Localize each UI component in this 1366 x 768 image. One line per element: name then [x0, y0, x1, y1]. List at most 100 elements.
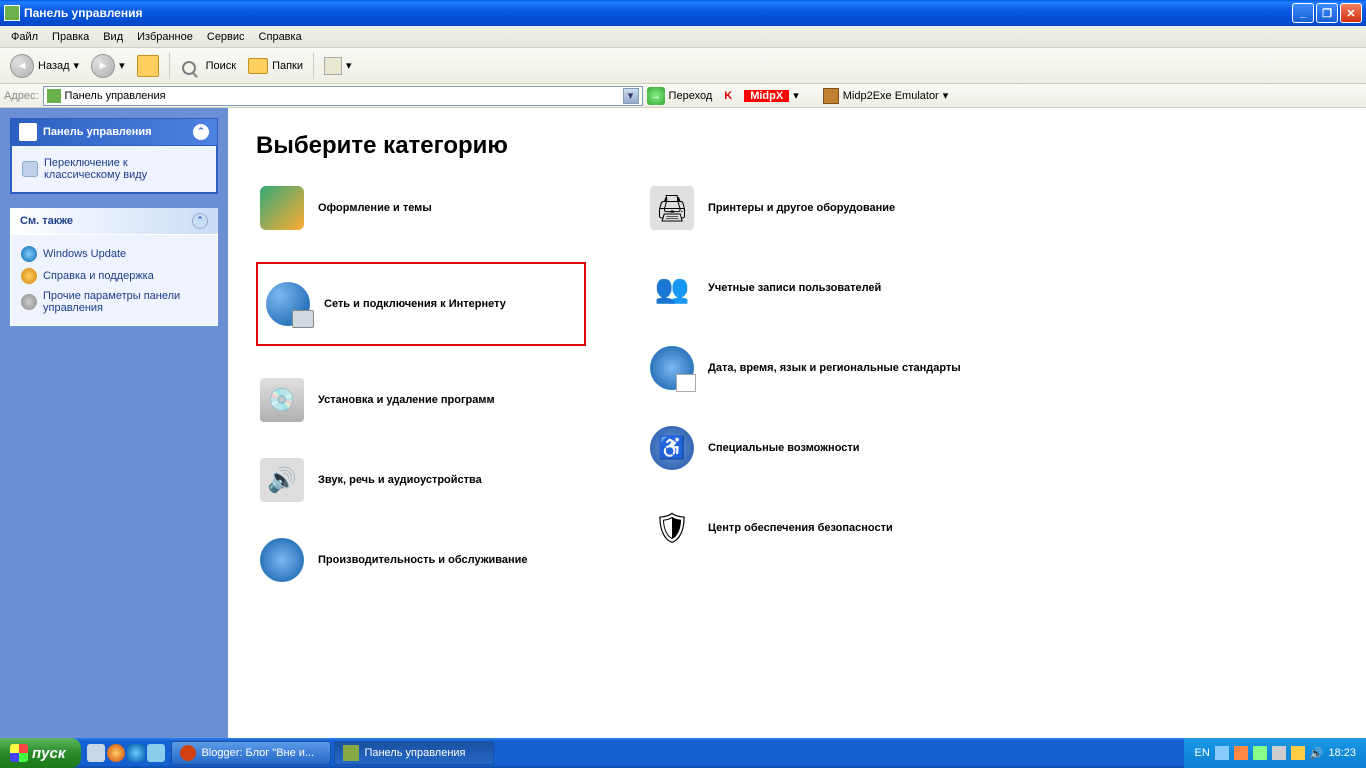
taskbar-item-control-panel[interactable]: Панель управления [334, 741, 494, 765]
switch-classic-view[interactable]: Переключение к классическому виду [22, 154, 206, 184]
back-button[interactable]: ◄ Назад ▾ [6, 52, 83, 80]
users-icon [650, 266, 694, 310]
link-help-support[interactable]: Справка и поддержка [21, 265, 207, 287]
ql-app-icon[interactable] [147, 744, 165, 762]
checkmark-icon: ✔ [19, 123, 37, 141]
sidebar-header-seealso[interactable]: См. также ⌃ [10, 208, 218, 234]
titlebar: Панель управления _ ❐ ✕ [0, 0, 1366, 26]
category-sound[interactable]: Звук, речь и аудиоустройства [256, 454, 586, 506]
back-label: Назад [38, 60, 70, 72]
address-text: Панель управления [65, 90, 623, 102]
tray-icon[interactable] [1215, 746, 1229, 760]
forward-button[interactable]: ► ▾ [87, 52, 129, 80]
back-icon: ◄ [10, 54, 34, 78]
tray-icon[interactable] [1272, 746, 1286, 760]
language-indicator[interactable]: EN [1194, 747, 1209, 759]
category-programs[interactable]: Установка и удаление программ [256, 374, 586, 426]
accessibility-icon [650, 426, 694, 470]
emulator-button[interactable]: Midp2Exe Emulator ▾ [823, 88, 949, 104]
menu-service[interactable]: Сервис [200, 28, 252, 46]
dropdown-icon: ▾ [119, 59, 125, 72]
date-icon [650, 346, 694, 390]
views-icon [324, 57, 342, 75]
menu-file[interactable]: Файл [4, 28, 45, 46]
go-button[interactable]: → Переход [647, 87, 713, 105]
category-accessibility[interactable]: Специальные возможности [646, 422, 976, 474]
views-button[interactable]: ▾ [320, 55, 356, 77]
sidebar-panel-seealso: См. также ⌃ Windows Update Справка и под… [10, 208, 218, 326]
category-users[interactable]: Учетные записи пользователей [646, 262, 976, 314]
start-button[interactable]: пуск [0, 738, 81, 768]
themes-icon [260, 186, 304, 230]
link-label: Windows Update [43, 248, 126, 260]
taskbar: пуск Blogger: Блог "Вне и... Панель упра… [0, 738, 1366, 768]
clock[interactable]: 18:23 [1328, 747, 1356, 759]
category-grid: Оформление и темы Сеть и подключения к И… [256, 182, 1338, 586]
folders-button[interactable]: Папки [244, 56, 307, 76]
category-performance[interactable]: Производительность и обслуживание [256, 534, 586, 586]
minimize-button[interactable]: _ [1292, 3, 1314, 23]
maximize-button[interactable]: ❐ [1316, 3, 1338, 23]
quick-launch [81, 744, 171, 762]
category-security[interactable]: Центр обеспечения безопасности [646, 502, 976, 554]
ql-chrome-icon[interactable] [107, 744, 125, 762]
addressbar: Адрес: Панель управления ▾ → Переход K M… [0, 84, 1366, 108]
network-icon [266, 282, 310, 326]
menu-edit[interactable]: Правка [45, 28, 96, 46]
sidebar-header-control[interactable]: ✔ Панель управления ⌃ [11, 119, 217, 145]
go-label: Переход [669, 90, 713, 102]
address-input[interactable]: Панель управления ▾ [43, 86, 643, 106]
ql-ie-icon[interactable] [127, 744, 145, 762]
collapse-icon[interactable]: ⌃ [193, 124, 209, 140]
dropdown-icon[interactable]: ▾ [793, 89, 799, 102]
dropdown-icon[interactable]: ▾ [623, 88, 639, 104]
link-windows-update[interactable]: Windows Update [21, 243, 207, 265]
close-button[interactable]: ✕ [1340, 3, 1362, 23]
category-label: Учетные записи пользователей [708, 282, 881, 294]
up-button[interactable] [133, 53, 163, 79]
tray-icon[interactable] [1291, 746, 1305, 760]
location-icon [47, 89, 61, 103]
gear-icon [21, 294, 37, 310]
category-label: Производительность и обслуживание [318, 554, 528, 566]
control-panel-icon [4, 5, 20, 21]
menu-help[interactable]: Справка [252, 28, 309, 46]
help-icon [21, 268, 37, 284]
category-label: Сеть и подключения к Интернету [324, 298, 506, 310]
emulator-label: Midp2Exe Emulator [843, 90, 939, 102]
ql-desktop-icon[interactable] [87, 744, 105, 762]
category-label: Специальные возможности [708, 442, 860, 454]
category-network[interactable]: Сеть и подключения к Интернету [256, 262, 586, 346]
system-tray: EN 🔊 18:23 [1184, 738, 1366, 768]
window-title: Панель управления [24, 6, 1292, 20]
search-label: Поиск [206, 60, 236, 72]
control-panel-icon [343, 745, 359, 761]
search-button[interactable]: Поиск [176, 57, 240, 75]
sidebar-title: Панель управления [43, 126, 152, 138]
link-other-params[interactable]: Прочие параметры панели управления [21, 287, 207, 317]
address-label: Адрес: [4, 90, 39, 102]
menu-view[interactable]: Вид [96, 28, 130, 46]
category-date[interactable]: Дата, время, язык и региональные стандар… [646, 342, 976, 394]
toolbar: ◄ Назад ▾ ► ▾ Поиск Папки ▾ [0, 48, 1366, 84]
category-themes[interactable]: Оформление и темы [256, 182, 586, 234]
folders-icon [248, 58, 268, 74]
category-label: Установка и удаление программ [318, 394, 495, 406]
category-label: Центр обеспечения безопасности [708, 522, 893, 534]
dropdown-icon: ▾ [943, 89, 949, 102]
category-printers[interactable]: Принтеры и другое оборудование [646, 182, 976, 234]
content-area: Выберите категорию Оформление и темы Сет… [228, 108, 1366, 738]
tray-icon[interactable] [1253, 746, 1267, 760]
switch-view-label: Переключение к классическому виду [44, 157, 206, 181]
windows-logo-icon [10, 744, 28, 762]
category-label: Звук, речь и аудиоустройства [318, 474, 482, 486]
volume-icon[interactable]: 🔊 [1310, 747, 1324, 760]
search-icon [182, 61, 196, 75]
midpx-button[interactable]: MidpX [744, 90, 789, 102]
menu-favorites[interactable]: Избранное [130, 28, 200, 46]
category-label: Дата, время, язык и региональные стандар… [708, 362, 961, 374]
taskbar-item-blogger[interactable]: Blogger: Блог "Вне и... [171, 741, 331, 765]
collapse-icon[interactable]: ⌃ [192, 213, 208, 229]
tray-icon[interactable] [1234, 746, 1248, 760]
category-label: Оформление и темы [318, 202, 432, 214]
